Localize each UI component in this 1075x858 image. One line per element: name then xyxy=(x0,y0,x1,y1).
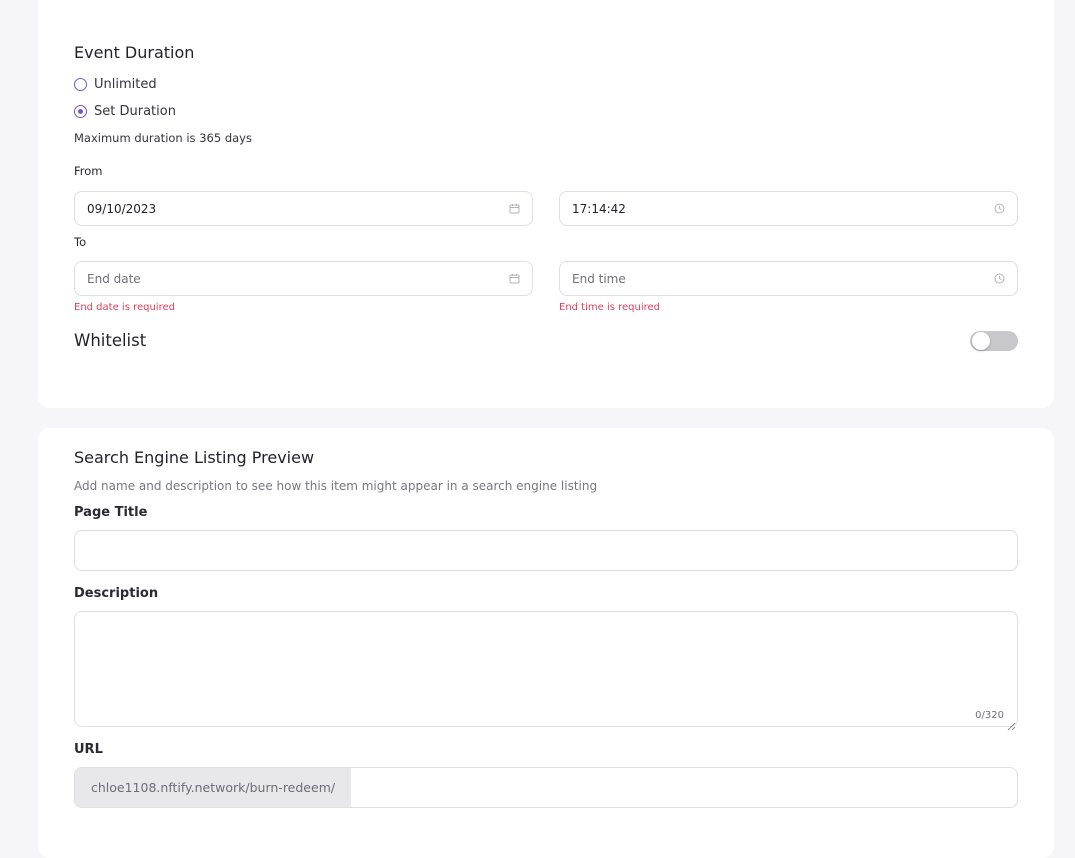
radio-unlimited[interactable]: Unlimited xyxy=(74,77,157,92)
seo-subtitle: Add name and description to see how this… xyxy=(74,479,598,493)
start-time-input[interactable]: 17:14:42 xyxy=(559,191,1018,226)
radio-set-duration[interactable]: Set Duration xyxy=(74,104,176,119)
end-time-input[interactable]: End time xyxy=(559,261,1018,296)
url-input-group: chloe1108.nftify.network/burn-redeem/ xyxy=(74,767,1018,808)
calendar-icon[interactable] xyxy=(508,203,520,215)
event-duration-card: Event Duration Unlimited Set Duration Ma… xyxy=(38,0,1054,408)
end-date-input[interactable]: End date xyxy=(74,261,533,296)
clock-icon[interactable] xyxy=(993,273,1005,285)
start-date-value: 09/10/2023 xyxy=(87,201,157,216)
calendar-icon[interactable] xyxy=(508,273,520,285)
seo-preview-card: Search Engine Listing Preview Add name a… xyxy=(38,428,1054,858)
resize-handle-icon[interactable] xyxy=(1007,716,1016,731)
radio-unlimited-circle[interactable] xyxy=(74,78,87,91)
from-label: From xyxy=(74,164,103,178)
description-label: Description xyxy=(74,586,159,601)
url-prefix: chloe1108.nftify.network/burn-redeem/ xyxy=(75,768,352,807)
end-date-placeholder: End date xyxy=(87,271,141,286)
url-slug-input[interactable] xyxy=(351,768,1017,807)
whitelist-toggle-knob xyxy=(972,332,990,350)
url-label: URL xyxy=(74,742,103,757)
end-time-error: End time is required xyxy=(559,302,661,313)
clock-icon[interactable] xyxy=(993,203,1005,215)
page-title-label: Page Title xyxy=(74,505,148,520)
radio-set-duration-label: Set Duration xyxy=(94,104,176,119)
seo-title: Search Engine Listing Preview xyxy=(74,448,315,467)
description-textarea[interactable]: 0/320 xyxy=(74,611,1018,731)
start-date-input[interactable]: 09/10/2023 xyxy=(74,191,533,226)
end-time-placeholder: End time xyxy=(572,271,626,286)
to-label: To xyxy=(74,235,87,249)
radio-unlimited-label: Unlimited xyxy=(94,77,157,92)
whitelist-label: Whitelist xyxy=(74,331,147,350)
event-duration-title: Event Duration xyxy=(74,43,195,62)
start-time-value: 17:14:42 xyxy=(572,201,626,216)
description-char-count: 0/320 xyxy=(975,710,1004,721)
page-title-input[interactable] xyxy=(74,530,1018,571)
radio-set-duration-circle[interactable] xyxy=(74,105,87,118)
max-duration-note: Maximum duration is 365 days xyxy=(74,131,252,145)
end-date-error: End date is required xyxy=(74,302,175,313)
whitelist-toggle[interactable] xyxy=(970,331,1018,351)
